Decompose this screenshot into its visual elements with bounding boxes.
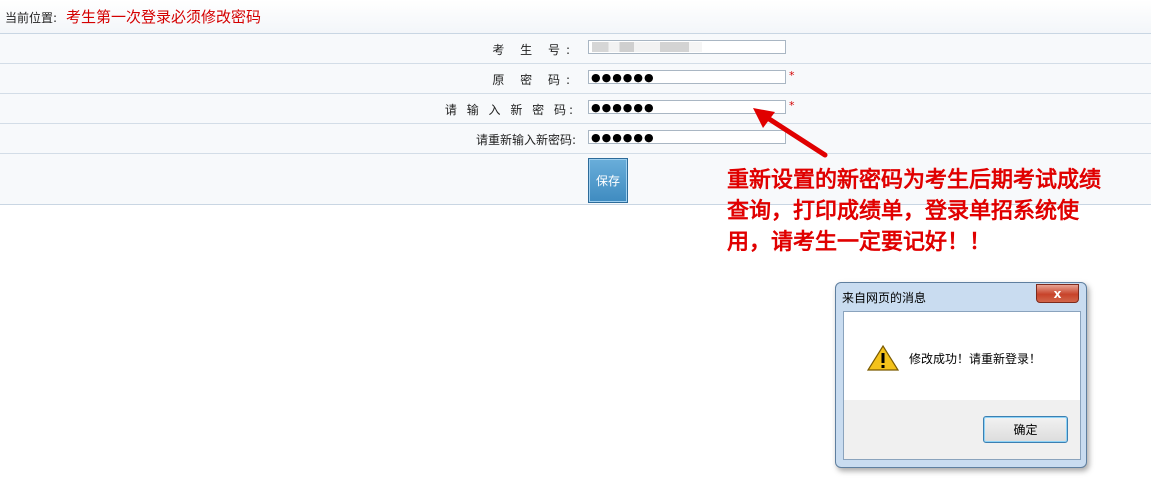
message-dialog: 来自网页的消息 x 修改成功！请重新登录！ 确定	[835, 282, 1087, 468]
old-password-row: 原 密 码: ●●●●●● *	[0, 64, 1151, 94]
save-button[interactable]: 保存	[588, 158, 628, 203]
breadcrumb-label: 当前位置:	[5, 11, 58, 25]
redacted-exam-number	[592, 42, 702, 52]
new-password-label: 请 输 入 新 密 码:	[444, 103, 576, 117]
red-arrow-icon	[753, 108, 828, 158]
exam-number-row: 考 生 号:	[0, 34, 1151, 64]
new-password-row: 请 输 入 新 密 码: ●●●●●● *	[0, 94, 1151, 124]
confirm-password-label: 请重新输入新密码:	[475, 133, 576, 147]
ok-button[interactable]: 确定	[983, 416, 1068, 443]
dialog-body: 修改成功！请重新登录！	[843, 311, 1081, 400]
page-title: 考生第一次登录必须修改密码	[66, 8, 262, 26]
warning-icon	[867, 344, 899, 371]
old-password-label: 原 密 码:	[492, 73, 576, 87]
dialog-footer: 确定	[843, 400, 1081, 460]
exam-number-label: 考 生 号:	[492, 43, 576, 57]
dialog-title: 来自网页的消息	[842, 291, 927, 305]
instruction-note: 重新设置的新密码为考生后期考试成绩查询，打印成绩单，登录单招系统使用，请考生一定…	[727, 168, 1102, 255]
dialog-message: 修改成功！请重新登录！	[909, 352, 1042, 366]
required-mark: *	[789, 69, 795, 82]
confirm-password-row: 请重新输入新密码: ●●●●●●	[0, 124, 1151, 154]
close-button[interactable]: x	[1036, 284, 1079, 303]
old-password-field[interactable]: ●●●●●●	[588, 70, 786, 84]
breadcrumb-bar: 当前位置: 考生第一次登录必须修改密码	[0, 0, 1151, 34]
